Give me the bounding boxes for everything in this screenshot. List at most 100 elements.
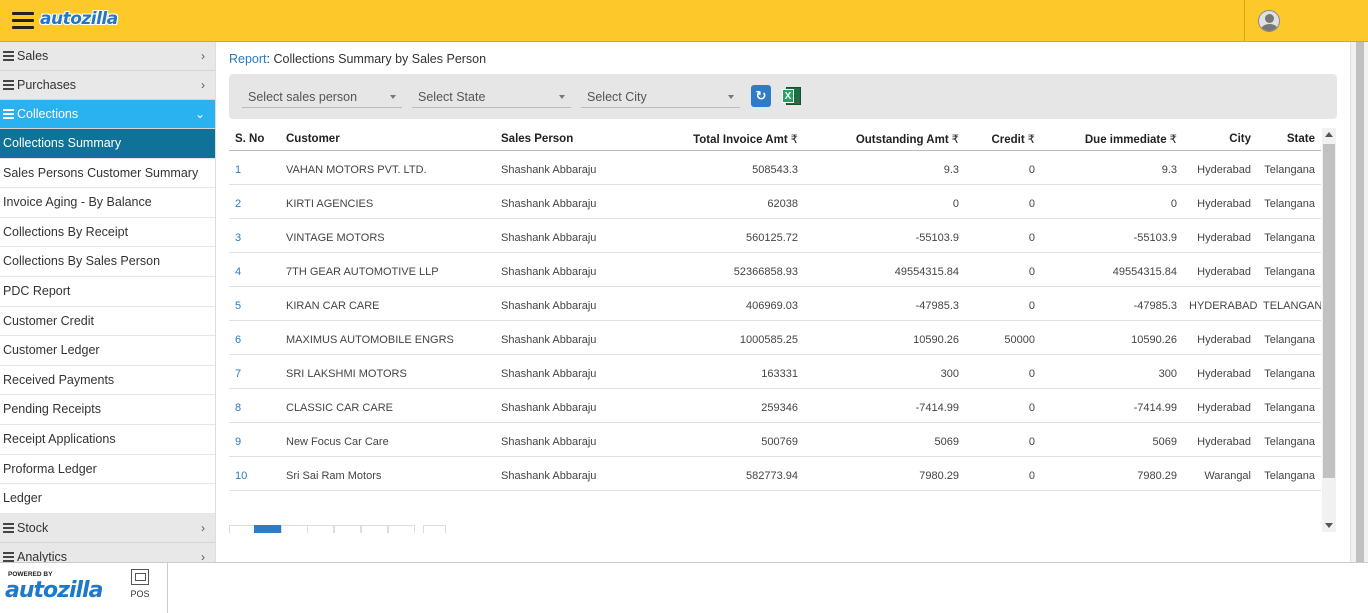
list-icon	[3, 80, 14, 90]
page-button[interactable]	[334, 525, 361, 533]
table-row[interactable]: 5 KIRAN CAR CARE Shashank Abbaraju 406969.0…	[229, 286, 1321, 321]
table-row[interactable]: 1 VAHAN MOTORS PVT. LTD. Shashank Abbaraju…	[229, 150, 1321, 185]
col-header-state[interactable]: State	[1257, 128, 1321, 151]
cell-sno[interactable]: 6	[229, 320, 280, 355]
main-content: Report: Collections Summary by Sales Per…	[216, 42, 1350, 562]
table-row[interactable]: 3 VINTAGE MOTORS Shashank Abbaraju 560125.7…	[229, 218, 1321, 253]
col-header-due[interactable]: Due immediate ₹	[1041, 128, 1183, 151]
page-scrollbar[interactable]	[1350, 42, 1368, 562]
rupee-icon: ₹	[1027, 133, 1035, 146]
cell-city: Hyderabad	[1183, 218, 1257, 253]
sidebar-item-pending-receipts[interactable]: Pending Receipts	[0, 395, 215, 425]
pos-button[interactable]: POS	[124, 569, 156, 599]
list-icon	[3, 551, 14, 562]
filter-bar: Select sales person Select State Select …	[229, 74, 1337, 119]
table-row[interactable]: 10 Sri Sai Ram Motors Shashank Abbaraju 582…	[229, 456, 1321, 491]
col-header-due-label: Due immediate	[1084, 133, 1167, 146]
sidebar-group-sales[interactable]: Sales ›	[0, 42, 215, 71]
page-button-active[interactable]	[254, 525, 281, 533]
sidebar-group-stock[interactable]: Stock ›	[0, 513, 215, 543]
table-row[interactable]: 8 CLASSIC CAR CARE Shashank Abbaraju 259346…	[229, 388, 1321, 423]
sidebar-group-analytics[interactable]: Analytics ›	[0, 542, 215, 562]
cell-credit: 0	[965, 184, 1041, 219]
sidebar-item-collections-by-receipt[interactable]: Collections By Receipt	[0, 218, 215, 248]
cell-sno[interactable]: 5	[229, 286, 280, 321]
state-select[interactable]: Select State	[412, 86, 571, 108]
cell-sno[interactable]: 1	[229, 150, 280, 185]
excel-export-icon[interactable]: X	[782, 85, 802, 107]
cell-customer: MAXIMUS AUTOMOBILE ENGRS	[280, 320, 495, 355]
col-header-sno[interactable]: S. No	[229, 128, 280, 151]
chevron-right-icon: ›	[201, 78, 205, 92]
cell-customer: VINTAGE MOTORS	[280, 218, 495, 253]
page-button[interactable]	[307, 525, 334, 533]
autozilla-logo[interactable]: autozilla	[40, 9, 118, 29]
cell-sales-person: Shashank Abbaraju	[495, 150, 635, 185]
chevron-right-icon: ›	[201, 549, 205, 562]
cell-state: Telangana	[1257, 218, 1321, 253]
sales-person-select-value: Select sales person	[248, 90, 358, 104]
cell-sales-person: Shashank Abbaraju	[495, 388, 635, 423]
cell-sno[interactable]: 2	[229, 184, 280, 219]
cell-sno[interactable]: 3	[229, 218, 280, 253]
cell-sno[interactable]: 4	[229, 252, 280, 287]
sidebar-item-pdc-report[interactable]: PDC Report	[0, 277, 215, 307]
menu-icon[interactable]	[12, 12, 34, 30]
cell-outstanding: -55103.9	[804, 218, 965, 253]
cell-sno[interactable]: 8	[229, 388, 280, 423]
table-row[interactable]: 6 MAXIMUS AUTOMOBILE ENGRS Shashank Abbara…	[229, 320, 1321, 355]
col-header-total-invoice[interactable]: Total Invoice Amt ₹	[635, 128, 804, 151]
col-header-credit[interactable]: Credit ₹	[965, 128, 1041, 151]
sidebar-group-purchases[interactable]: Purchases ›	[0, 71, 215, 100]
table-row[interactable]: 4 7TH GEAR AUTOMOTIVE LLP Shashank Abbaraj…	[229, 252, 1321, 287]
city-select[interactable]: Select City	[581, 86, 740, 108]
page-button[interactable]	[423, 525, 446, 533]
cell-due: 7980.29	[1041, 456, 1183, 491]
cell-total-invoice: 163331	[635, 354, 804, 389]
sidebar-item-customer-credit[interactable]: Customer Credit	[0, 307, 215, 337]
sidebar-item-receipt-applications[interactable]: Receipt Applications	[0, 425, 215, 455]
page-scrollbar-thumb[interactable]	[1356, 42, 1364, 562]
table-row[interactable]: 7 SRI LAKSHMI MOTORS Shashank Abbaraju 1633…	[229, 354, 1321, 389]
table-row[interactable]: 2 KIRTI AGENCIES Shashank Abbaraju 62038 0 0 0…	[229, 184, 1321, 219]
sidebar-group-collections[interactable]: Collections ⌄	[0, 100, 215, 129]
cell-customer: New Focus Car Care	[280, 422, 495, 457]
table-row[interactable]: 9 New Focus Car Care Shashank Abbaraju 5007…	[229, 422, 1321, 457]
col-header-outstanding[interactable]: Outstanding Amt ₹	[804, 128, 965, 151]
table-scrollbar[interactable]	[1322, 128, 1336, 532]
sidebar-item-sales-persons-customer-summary[interactable]: Sales Persons Customer Summary	[0, 159, 215, 189]
cell-sno[interactable]: 10	[229, 456, 280, 491]
cell-customer: KIRAN CAR CARE	[280, 286, 495, 321]
sidebar-item-received-payments[interactable]: Received Payments	[0, 366, 215, 396]
user-menu[interactable]	[1244, 0, 1368, 42]
col-header-sales-person[interactable]: Sales Person	[495, 128, 635, 151]
page-button[interactable]	[361, 525, 388, 533]
scroll-up-icon[interactable]	[1325, 132, 1333, 137]
page-button[interactable]	[229, 525, 256, 533]
cell-total-invoice: 62038	[635, 184, 804, 219]
col-header-customer[interactable]: Customer	[280, 128, 495, 151]
scroll-down-icon[interactable]	[1325, 523, 1333, 528]
sidebar-item-collections-by-sales-person[interactable]: Collections By Sales Person	[0, 247, 215, 277]
user-avatar-icon[interactable]	[1258, 10, 1280, 32]
cell-state: Telangana	[1257, 456, 1321, 491]
cell-city: Hyderabad	[1183, 388, 1257, 423]
sidebar-item-proforma-ledger[interactable]: Proforma Ledger	[0, 455, 215, 485]
cell-state: Telangana	[1257, 388, 1321, 423]
sidebar-item-customer-ledger[interactable]: Customer Ledger	[0, 336, 215, 366]
table-scrollbar-thumb[interactable]	[1323, 144, 1335, 478]
rupee-icon: ₹	[790, 133, 798, 146]
page-button[interactable]	[281, 525, 308, 533]
refresh-icon[interactable]: ↻	[751, 85, 771, 107]
page-button[interactable]	[388, 525, 415, 533]
top-bar: autozilla	[0, 0, 1368, 42]
cell-sno[interactable]: 7	[229, 354, 280, 389]
cell-sno[interactable]: 9	[229, 422, 280, 457]
col-header-city[interactable]: City	[1183, 128, 1257, 151]
sidebar-item-invoice-aging-by-balance[interactable]: Invoice Aging - By Balance	[0, 188, 215, 218]
sidebar-item-collections-summary[interactable]: Collections Summary	[0, 129, 215, 159]
sidebar-item-ledger[interactable]: Ledger	[0, 484, 215, 514]
footer-logo: autozilla	[5, 578, 103, 603]
breadcrumb-report-link[interactable]: Report	[229, 52, 267, 66]
sales-person-select[interactable]: Select sales person	[242, 86, 402, 108]
